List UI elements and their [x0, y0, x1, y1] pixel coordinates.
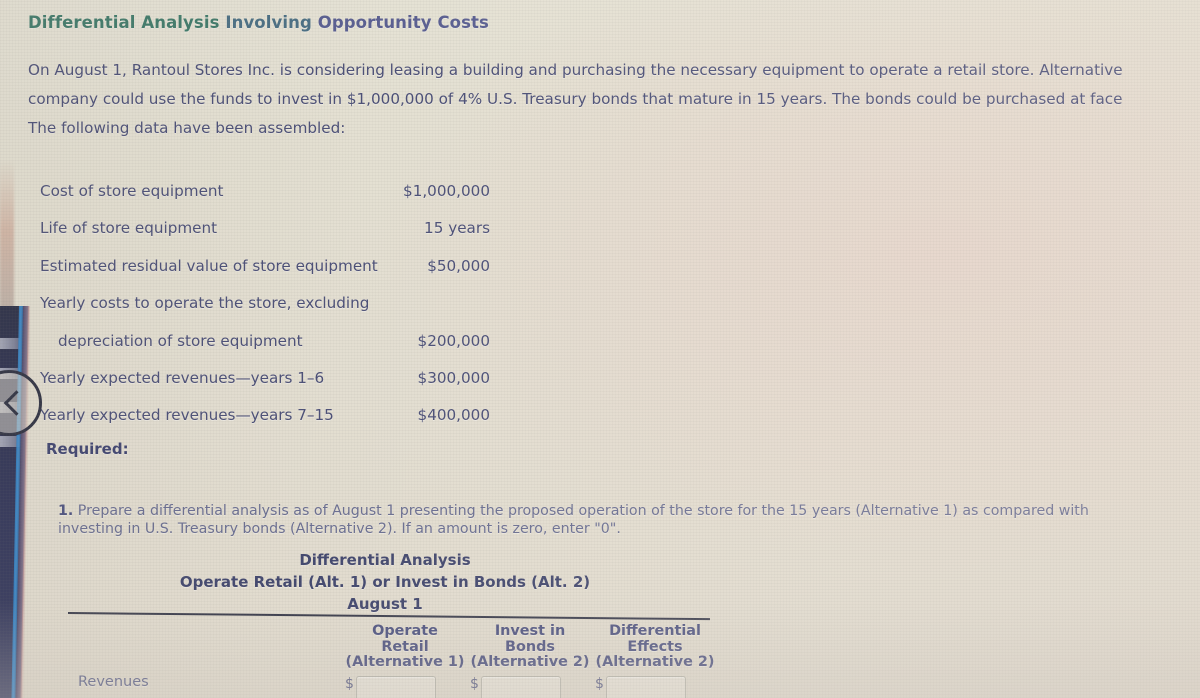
data-row-value: $200,000 — [417, 331, 490, 350]
intro-line-2: company could use the funds to invest in… — [28, 90, 1123, 108]
revenues-differential-effects-input[interactable] — [605, 676, 686, 698]
page-title-part-3: Opportunity Costs — [317, 13, 489, 32]
required-item-line-1: 1. Prepare a differential analysis as of… — [58, 503, 1089, 519]
required-item-line-2: investing in U.S. Treasury bonds (Altern… — [58, 521, 621, 537]
column-header-invest-in-bonds: Invest in Bonds (Alternative 2) — [466, 623, 594, 671]
data-row-label: Yearly costs to operate the store, exclu… — [40, 294, 370, 313]
data-row-value: $50,000 — [427, 256, 490, 275]
page-title-part-2: Involving — [225, 13, 318, 32]
table-row: $ — [595, 676, 686, 698]
column-header-line-2: Bonds — [505, 638, 555, 655]
photographed-screen: Differential Analysis Involving Opportun… — [0, 0, 1200, 698]
data-row-label: Estimated residual value of store equipm… — [40, 256, 378, 275]
currency-symbol: $ — [345, 676, 354, 692]
page-title-part-1: Differential Analysis — [28, 13, 226, 32]
revenues-invest-in-bonds-input[interactable] — [480, 676, 561, 698]
data-row-label: Yearly expected revenues—years 7–15 — [40, 406, 334, 425]
column-header-line-2: Effects — [627, 638, 683, 655]
data-row-value: $1,000,000 — [403, 182, 490, 200]
column-header-line-3: (Alternative 2) — [470, 654, 590, 670]
column-header-line-3: (Alternative 2) — [595, 654, 715, 670]
column-header-line-1: Operate — [372, 623, 438, 639]
intro-line-3: The following data have been assembled: — [28, 119, 346, 137]
revenues-operate-retail-input[interactable] — [355, 676, 436, 698]
page-title: Differential Analysis Involving Opportun… — [28, 13, 489, 32]
table-top-rule — [67, 612, 710, 621]
data-row-value: $300,000 — [417, 369, 490, 387]
data-row-label: Life of store equipment — [40, 219, 218, 238]
chevron-left-icon — [3, 390, 30, 416]
currency-symbol: $ — [470, 676, 479, 692]
exercise-content: Differential Analysis Involving Opportun… — [0, 0, 1200, 698]
data-row-value: 15 years — [424, 219, 490, 238]
data-row-value: $400,000 — [417, 406, 490, 425]
data-row-label: Yearly expected revenues—years 1–6 — [40, 369, 325, 387]
analysis-table-heading-line-1: Differential Analysis — [299, 551, 471, 569]
table-row: $ — [345, 676, 436, 698]
analysis-table-heading-line-2: Operate Retail (Alt. 1) or Invest in Bon… — [179, 573, 591, 591]
column-header-operate-retail: Operate Retail (Alternative 1) — [341, 623, 469, 671]
table-row: $ — [470, 676, 561, 698]
currency-symbol: $ — [595, 676, 604, 692]
column-header-line-3: (Alternative 1) — [345, 654, 465, 670]
column-header-line-1: Invest in — [494, 623, 566, 639]
analysis-table-heading-line-3: August 1 — [347, 595, 423, 613]
required-item-number: 1. — [58, 503, 74, 519]
required-heading: Required: — [46, 440, 129, 458]
data-row-label: depreciation of store equipment — [58, 331, 303, 350]
column-header-differential-effects: Differential Effects (Alternative 2) — [591, 623, 719, 671]
column-header-line-2: Retail — [381, 638, 429, 655]
intro-line-1: On August 1, Rantoul Stores Inc. is cons… — [28, 61, 1123, 79]
table-row-label-revenues: Revenues — [78, 674, 149, 690]
column-header-line-1: Differential — [609, 623, 701, 639]
data-row-label: Cost of store equipment — [40, 182, 224, 200]
required-item-text-1: Prepare a differential analysis as of Au… — [77, 503, 1089, 519]
